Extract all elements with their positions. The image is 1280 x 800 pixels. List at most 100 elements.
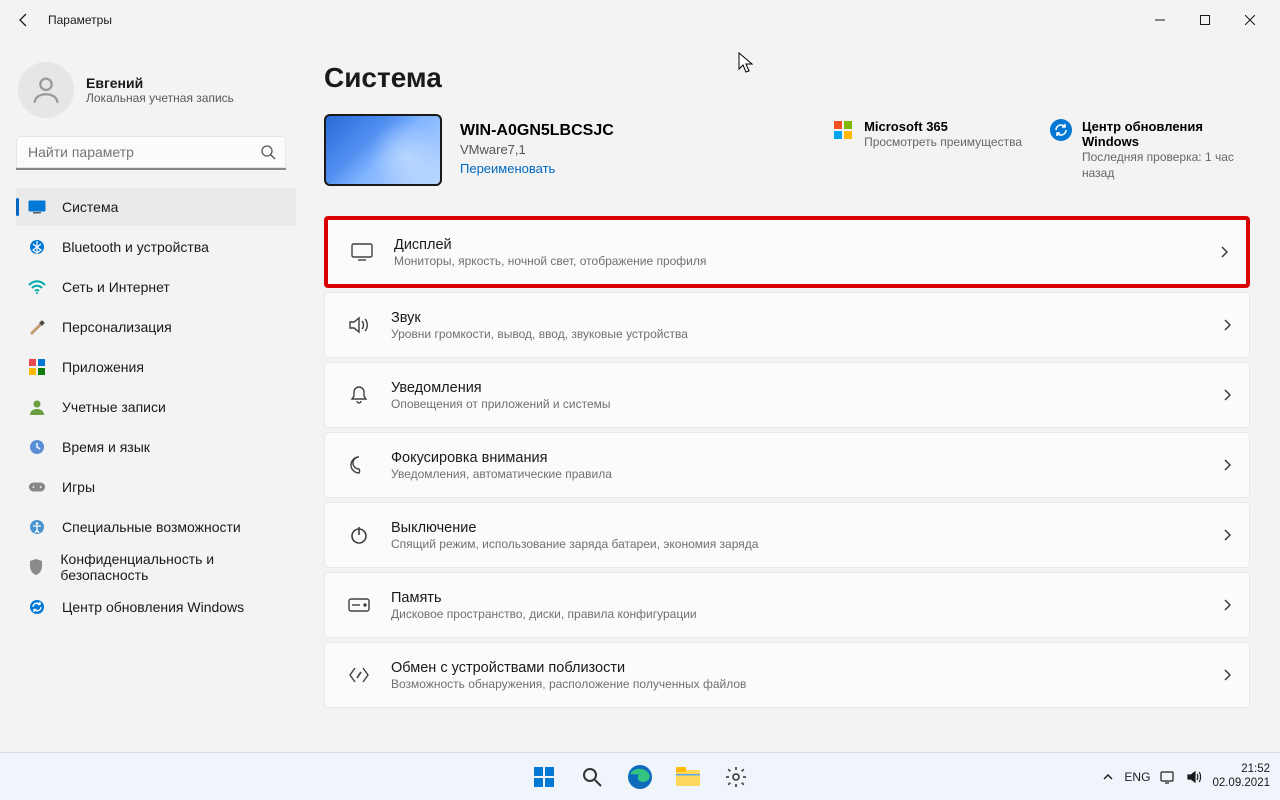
sidebar-item-accessibility[interactable]: Специальные возможности (16, 508, 296, 546)
card-display[interactable]: ДисплейМониторы, яркость, ночной свет, о… (324, 216, 1250, 288)
chevron-right-icon (1223, 459, 1231, 471)
back-button[interactable] (8, 4, 40, 36)
focus-icon (347, 455, 371, 475)
taskbar-settings[interactable] (716, 757, 756, 797)
card-desc: Оповещения от приложений и системы (391, 397, 611, 411)
chevron-right-icon (1223, 599, 1231, 611)
card-title: Дисплей (394, 237, 706, 253)
sidebar-item-network[interactable]: Сеть и Интернет (16, 268, 296, 306)
card-storage[interactable]: ПамятьДисковое пространство, диски, прав… (324, 572, 1250, 638)
tile-windows-update[interactable]: Центр обновления Windows Последняя прове… (1050, 119, 1250, 181)
tile-ms365[interactable]: Microsoft 365 Просмотреть преимущества (832, 119, 1022, 181)
tray-network-icon[interactable] (1160, 770, 1176, 784)
card-title: Звук (391, 310, 688, 326)
sidebar-item-update[interactable]: Центр обновления Windows (16, 588, 296, 626)
nearby-icon (347, 665, 371, 685)
start-button[interactable] (524, 757, 564, 797)
card-title: Память (391, 590, 697, 606)
sidebar-item-gaming[interactable]: Игры (16, 468, 296, 506)
sound-icon (347, 316, 371, 334)
gaming-icon (28, 478, 46, 496)
nav: Система Bluetooth и устройства Сеть и Инте… (16, 188, 296, 626)
card-desc: Возможность обнаружения, расположение по… (391, 677, 746, 691)
update-icon (1050, 119, 1072, 141)
account-sub: Локальная учетная запись (86, 91, 234, 105)
personalization-icon (28, 318, 46, 336)
search-input[interactable] (16, 136, 286, 170)
sidebar-item-label: Время и язык (62, 439, 150, 455)
rename-link[interactable]: Переименовать (460, 161, 555, 176)
sidebar-item-apps[interactable]: Приложения (16, 348, 296, 386)
update-icon (28, 598, 46, 616)
card-title: Фокусировка внимания (391, 450, 612, 466)
tray-date: 02.09.2021 (1212, 777, 1270, 791)
tray-language[interactable]: ENG (1124, 770, 1150, 784)
privacy-icon (28, 558, 44, 576)
card-desc: Дисковое пространство, диски, правила ко… (391, 607, 697, 621)
system-icon (28, 198, 46, 216)
card-desc: Уведомления, автоматические правила (391, 467, 612, 481)
account-name: Евгений (86, 75, 234, 91)
tray-volume-icon[interactable] (1186, 770, 1202, 784)
sidebar-item-personalization[interactable]: Персонализация (16, 308, 296, 346)
bluetooth-icon (28, 238, 46, 256)
maximize-button[interactable] (1182, 5, 1227, 35)
chevron-right-icon (1223, 529, 1231, 541)
content: Система WIN-A0GN5LBCSJC VMware7,1 Переим… (300, 40, 1280, 750)
search-box[interactable] (16, 136, 286, 170)
notifications-icon (347, 385, 371, 405)
taskbar: ENG 21:52 02.09.2021 (0, 752, 1280, 800)
sidebar-item-label: Bluetooth и устройства (62, 239, 209, 255)
tray-chevron-up-icon[interactable] (1102, 771, 1114, 783)
card-focus[interactable]: Фокусировка вниманияУведомления, автомат… (324, 432, 1250, 498)
sidebar-item-label: Центр обновления Windows (62, 599, 244, 615)
taskbar-search[interactable] (572, 757, 612, 797)
device-thumbnail (324, 114, 442, 186)
tile-desc: Просмотреть преимущества (864, 135, 1022, 151)
card-nearby[interactable]: Обмен с устройствами поблизостиВозможнос… (324, 642, 1250, 708)
card-desc: Спящий режим, использование заряда батар… (391, 537, 758, 551)
avatar (18, 62, 74, 118)
chevron-right-icon (1223, 669, 1231, 681)
sidebar-item-accounts[interactable]: Учетные записи (16, 388, 296, 426)
power-icon (347, 525, 371, 545)
tray-time: 21:52 (1212, 763, 1270, 777)
accessibility-icon (28, 518, 46, 536)
card-desc: Уровни громкости, вывод, ввод, звуковые … (391, 327, 688, 341)
sidebar-item-time[interactable]: Время и язык (16, 428, 296, 466)
sidebar-item-label: Игры (62, 479, 95, 495)
device-header: WIN-A0GN5LBCSJC VMware7,1 Переименовать … (324, 114, 1250, 186)
taskbar-edge[interactable] (620, 757, 660, 797)
sidebar-item-label: Приложения (62, 359, 144, 375)
account-block[interactable]: Евгений Локальная учетная запись (18, 62, 296, 118)
sidebar-item-system[interactable]: Система (16, 188, 296, 226)
sidebar: Евгений Локальная учетная запись Система… (0, 40, 300, 750)
card-title: Обмен с устройствами поблизости (391, 660, 746, 676)
search-icon (260, 144, 276, 160)
card-desc: Мониторы, яркость, ночной свет, отображе… (394, 254, 706, 268)
network-icon (28, 278, 46, 296)
close-button[interactable] (1227, 5, 1272, 35)
tile-desc: Последняя проверка: 1 час назад (1082, 150, 1250, 181)
window-controls (1137, 5, 1272, 35)
accounts-icon (28, 398, 46, 416)
tile-title: Microsoft 365 (864, 119, 1022, 134)
sidebar-item-label: Специальные возможности (62, 519, 241, 535)
sidebar-item-label: Сеть и Интернет (62, 279, 170, 295)
card-power[interactable]: ВыключениеСпящий режим, использование за… (324, 502, 1250, 568)
chevron-right-icon (1220, 246, 1228, 258)
display-icon (350, 243, 374, 261)
minimize-button[interactable] (1137, 5, 1182, 35)
page-title: Система (324, 62, 1250, 94)
sidebar-item-privacy[interactable]: Конфиденциальность и безопасность (16, 548, 296, 586)
sidebar-item-label: Учетные записи (62, 399, 166, 415)
storage-icon (347, 598, 371, 612)
card-title: Уведомления (391, 380, 611, 396)
sidebar-item-label: Система (62, 199, 118, 215)
apps-icon (28, 358, 46, 376)
taskbar-explorer[interactable] (668, 757, 708, 797)
sidebar-item-bluetooth[interactable]: Bluetooth и устройства (16, 228, 296, 266)
tray-clock[interactable]: 21:52 02.09.2021 (1212, 763, 1270, 791)
card-sound[interactable]: ЗвукУровни громкости, вывод, ввод, звуко… (324, 292, 1250, 358)
card-notifications[interactable]: УведомленияОповещения от приложений и си… (324, 362, 1250, 428)
